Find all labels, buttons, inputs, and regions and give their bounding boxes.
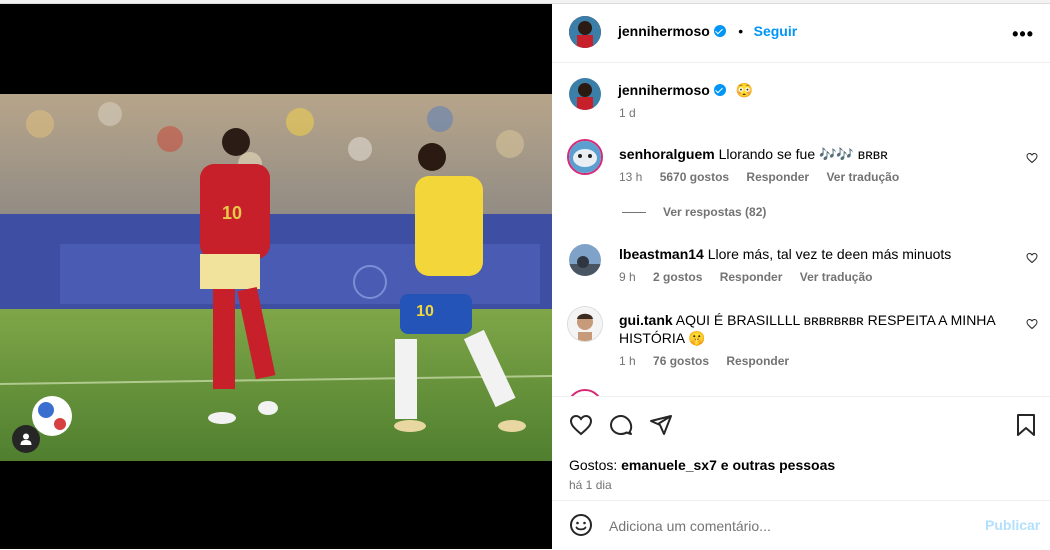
comment-time: 1 h: [619, 354, 636, 368]
reply-button[interactable]: Responder: [726, 354, 789, 368]
post-header: jennihermoso • Seguir •••: [552, 4, 1050, 63]
comment-icon[interactable]: [609, 413, 633, 437]
translate-button[interactable]: Ver tradução: [826, 170, 899, 184]
caption-username[interactable]: jennihermoso: [618, 82, 710, 98]
comment-input[interactable]: [607, 514, 961, 538]
replies-line: [622, 212, 646, 213]
likes-prefix: Gostos:: [569, 457, 622, 473]
avatar-image: [569, 78, 601, 110]
post-actions: Gostos: emanuele_sx7 e outras pessoas há…: [552, 396, 1050, 505]
comment-username[interactable]: lbeastman14: [619, 246, 704, 262]
next-comment-avatar-clip: [567, 389, 603, 396]
football: [32, 396, 72, 436]
caption-avatar[interactable]: [569, 78, 601, 110]
author-username[interactable]: jennihermoso: [618, 23, 710, 39]
comment-avatar[interactable]: [567, 306, 603, 342]
post-photo[interactable]: 10 10: [0, 94, 552, 461]
comment-text: Llore más, tal vez te deen más minuots: [707, 246, 952, 262]
add-comment-bar: Publicar: [552, 500, 1050, 550]
follow-button[interactable]: Seguir: [754, 23, 798, 39]
like-comment-heart-icon[interactable]: [1026, 252, 1038, 264]
post-time: há 1 dia: [569, 478, 612, 492]
comment-likes[interactable]: 5670 gostos: [660, 170, 729, 184]
publish-button[interactable]: Publicar: [985, 517, 1040, 533]
comment-text: AQUI É BRASILLLL ʙʀʙʀʙʀʙʀ RESPEITA A MIN…: [619, 312, 995, 346]
likes-user[interactable]: emanuele_sx7: [621, 457, 717, 473]
comment-avatar[interactable]: [567, 139, 603, 175]
avatar-image: [568, 307, 602, 341]
comment-username[interactable]: senhoralguem: [619, 146, 715, 162]
football-photo: 10 10: [0, 94, 552, 461]
more-options-icon[interactable]: •••: [1012, 24, 1034, 45]
verified-badge-icon: [713, 25, 726, 37]
avatar-image: [569, 141, 601, 173]
comment-text: Llorando se fue 🎶🎶 ʙʀʙʀ: [718, 146, 888, 162]
post-details-panel: jennihermoso • Seguir ••• jennihermoso 😳…: [552, 4, 1050, 549]
avatar-image: [569, 16, 601, 48]
comment-avatar[interactable]: [569, 244, 601, 276]
like-comment-heart-icon[interactable]: [1026, 318, 1038, 330]
save-bookmark-icon[interactable]: [1015, 413, 1037, 437]
view-replies-button[interactable]: Ver respostas (82): [663, 205, 766, 219]
comment-username[interactable]: gui.tank: [619, 312, 673, 328]
comment-time: 9 h: [619, 270, 636, 284]
comment-likes[interactable]: 2 gostos: [653, 270, 702, 284]
svg-text:10: 10: [222, 203, 242, 223]
likes-others[interactable]: e outras pessoas: [717, 457, 835, 473]
reply-button[interactable]: Responder: [720, 270, 783, 284]
svg-text:10: 10: [416, 303, 434, 320]
caption-text: 😳: [735, 82, 754, 98]
translate-button[interactable]: Ver tradução: [800, 270, 873, 284]
author-avatar[interactable]: [569, 16, 601, 48]
reply-button[interactable]: Responder: [746, 170, 809, 184]
comment-time: 13 h: [619, 170, 643, 184]
post-media[interactable]: 10 10: [0, 4, 552, 549]
user-icon: [20, 433, 32, 445]
emoji-icon[interactable]: [569, 513, 593, 537]
caption-time: 1 d: [619, 106, 636, 120]
likes-summary[interactable]: Gostos: emanuele_sx7 e outras pessoas: [569, 457, 835, 473]
comment-likes[interactable]: 76 gostos: [653, 354, 709, 368]
like-heart-icon[interactable]: [569, 413, 593, 437]
verified-badge-icon: [713, 84, 726, 96]
tagged-users-button[interactable]: [12, 425, 40, 453]
like-comment-heart-icon[interactable]: [1026, 152, 1038, 164]
share-send-icon[interactable]: [649, 413, 673, 437]
avatar-image: [569, 244, 601, 276]
separator-dot: •: [738, 23, 744, 39]
